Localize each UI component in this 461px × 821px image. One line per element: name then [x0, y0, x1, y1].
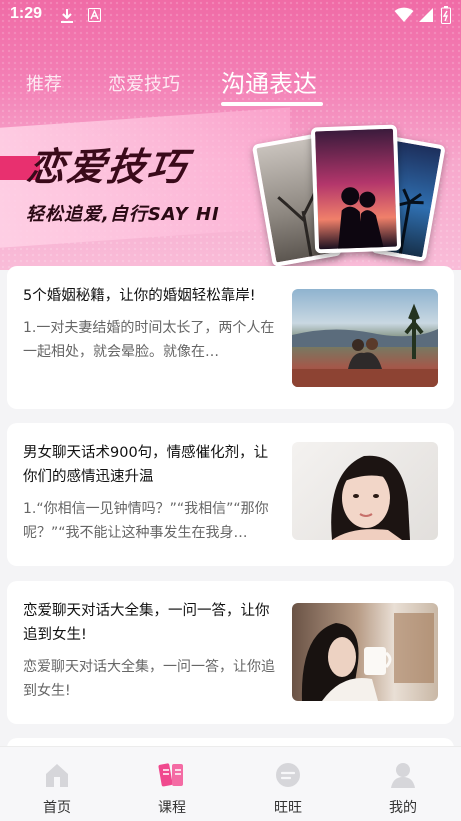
nav-course[interactable]: 课程: [132, 761, 212, 817]
article-card[interactable]: 男女聊天话术900句，情感催化剂，让你们的感情迅速升温 1.“你相信一见钟情吗？…: [7, 423, 454, 566]
nav-chat[interactable]: 旺旺: [248, 761, 328, 817]
banner-subtitle: 轻松追爱,自行SAY HI: [26, 204, 220, 225]
couple-on-hill-icon: [292, 303, 438, 387]
article-thumbnail: [292, 603, 438, 701]
banner-photo-couple: [310, 124, 402, 254]
status-bar: 1:29: [0, 0, 461, 32]
nav-label-home: 首页: [43, 800, 71, 816]
article-title: 男女聊天话术900句，情感催化剂，让你们的感情迅速升温: [23, 445, 269, 485]
category-tabs: 推荐 恋爱技巧 沟通表达: [0, 62, 461, 108]
book-icon: [158, 763, 183, 787]
active-tab-underline: [221, 102, 323, 106]
couple-silhouette-icon: [337, 187, 386, 254]
bottom-navigation: 首页 课程 旺旺 我的: [0, 746, 461, 821]
woman-portrait-icon: [331, 455, 410, 540]
wifi-icon: [394, 7, 414, 23]
article-description: 恋爱聊天对话大全集，一问一答，让你追到女生!: [23, 659, 275, 699]
nav-label-chat: 旺旺: [274, 800, 302, 816]
article-description: 1.“你相信一见钟情吗？”“我相信”“那你呢？”“我不能让这种事发生在我身…: [23, 501, 269, 541]
status-time: 1:29: [10, 5, 43, 22]
nav-profile[interactable]: 我的: [363, 761, 443, 817]
tab-recommend[interactable]: 推荐: [26, 70, 62, 96]
article-title: 5个婚姻秘籍，让你的婚姻轻松靠岸!: [23, 288, 256, 304]
banner-title: 恋爱技巧: [24, 145, 191, 189]
hero-banner: 1:29 推荐 恋爱技巧 沟通表达 恋爱技巧 轻松追爱,自行SAY HI: [0, 0, 461, 270]
battery-icon: [441, 6, 451, 24]
text-input-icon: [88, 8, 101, 22]
article-card[interactable]: 5个婚姻秘籍，让你的婚姻轻松靠岸! 1.一对夫妻结婚的时间太长了，两个人在一起相…: [7, 266, 454, 409]
article-thumbnail: [292, 442, 438, 540]
user-icon: [391, 763, 415, 788]
home-icon: [46, 764, 68, 787]
article-card[interactable]: 恋爱聊天对话大全集，一问一答，让你追到女生! 恋爱聊天对话大全集，一问一答，让你…: [7, 581, 454, 724]
article-description: 1.一对夫妻结婚的时间太长了，两个人在一起相处，就会晕脸。就像在…: [23, 320, 275, 360]
signal-icon: [419, 8, 433, 22]
article-thumbnail: [292, 289, 438, 387]
woman-with-cup-icon: [301, 613, 434, 701]
tab-communication[interactable]: 沟通表达: [221, 64, 317, 99]
chat-icon: [276, 763, 300, 787]
download-icon: [61, 9, 73, 23]
nav-label-profile: 我的: [389, 800, 417, 816]
article-title: 恋爱聊天对话大全集，一问一答，让你追到女生!: [23, 603, 270, 643]
nav-label-course: 课程: [158, 800, 186, 816]
nav-home[interactable]: 首页: [17, 761, 97, 817]
tab-love-skills[interactable]: 恋爱技巧: [108, 70, 180, 96]
